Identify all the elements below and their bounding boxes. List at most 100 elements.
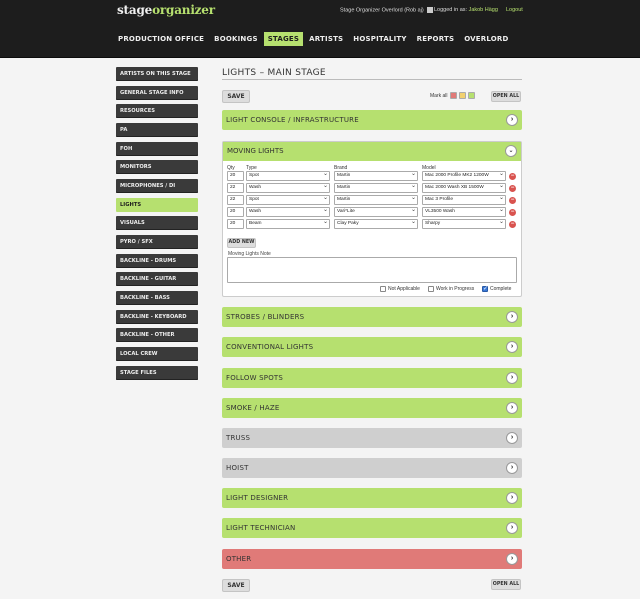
sidebar-item-backline-drums[interactable]: BACKLINE - DRUMS: [116, 253, 198, 268]
nav-reports[interactable]: REPORTS: [413, 32, 459, 46]
chevron-right-icon[interactable]: ›: [506, 341, 518, 353]
model-select[interactable]: Sharpy: [422, 219, 506, 229]
qty-input[interactable]: 20: [227, 171, 244, 181]
table-row: 20 Beam Clay Paky Sharpy −: [227, 219, 519, 229]
moving-lights-header[interactable]: MOVING LIGHTS ⌄: [223, 142, 521, 161]
qty-input[interactable]: 20: [227, 219, 244, 229]
table-row: 22 Wash Martin Mac 2000 Wash XB 1500W −: [227, 183, 519, 193]
section-moving-lights: MOVING LIGHTS ⌄ Qty Type Brand Model 20 …: [222, 141, 522, 297]
sidebar-item-foh[interactable]: FOH: [116, 141, 198, 156]
chevron-right-icon[interactable]: ›: [506, 522, 518, 534]
chevron-right-icon[interactable]: ›: [506, 553, 518, 565]
mark-all-label: Mark all: [430, 92, 448, 99]
model-select[interactable]: Mac 3 Profile: [422, 195, 506, 205]
moving-lights-note-textarea[interactable]: [227, 257, 517, 283]
nav-hospitality[interactable]: HOSPITALITY: [349, 32, 410, 46]
remove-row-icon[interactable]: −: [509, 185, 516, 192]
sidebar-item-backline-other[interactable]: BACKLINE - OTHER: [116, 328, 198, 343]
user-info: Logged in as: Jakob Hägg: [434, 7, 498, 13]
page-title: LIGHTS – MAIN STAGE: [222, 64, 522, 80]
nav-bookings[interactable]: BOOKINGS: [210, 32, 262, 46]
remove-row-icon[interactable]: −: [509, 197, 516, 204]
sidebar-item-backline-keyboard[interactable]: BACKLINE - KEYBOARD: [116, 309, 198, 324]
section-smoke-haze[interactable]: SMOKE / HAZE ›: [222, 398, 522, 418]
sidebar-item-general-stage-info[interactable]: GENERAL STAGE INFO: [116, 85, 198, 100]
remove-row-icon[interactable]: −: [509, 209, 516, 216]
add-new-button[interactable]: ADD NEW: [227, 238, 256, 248]
chevron-down-icon[interactable]: ⌄: [505, 145, 517, 157]
open-all-button[interactable]: OPEN ALL: [491, 91, 521, 102]
sidebar-item-lights[interactable]: LIGHTS: [116, 197, 198, 212]
brand-select[interactable]: Martin: [334, 195, 418, 205]
brand-select[interactable]: Martin: [334, 171, 418, 181]
checkbox-icon[interactable]: [380, 286, 386, 292]
sidebar-item-stage-files[interactable]: STAGE FILES: [116, 365, 198, 380]
section-truss[interactable]: TRUSS ›: [222, 428, 522, 448]
logout-link[interactable]: Logout: [506, 7, 523, 13]
qty-input[interactable]: 22: [227, 183, 244, 193]
section-light-console[interactable]: LIGHT CONSOLE / INFRASTRUCTURE ›: [222, 110, 522, 130]
account-switch-icon[interactable]: [427, 7, 434, 13]
qty-input[interactable]: 22: [227, 195, 244, 205]
checkbox-icon[interactable]: [428, 286, 434, 292]
brand-select[interactable]: Vari*Lite: [334, 207, 418, 217]
sidebar-item-pyro-sfx[interactable]: PYRO / SFX: [116, 234, 198, 249]
sidebar-item-artists-on-this-stage[interactable]: ARTISTS ON THIS STAGE: [116, 67, 198, 81]
chevron-right-icon[interactable]: ›: [506, 462, 518, 474]
save-button[interactable]: SAVE: [222, 90, 250, 103]
chevron-right-icon[interactable]: ›: [506, 114, 518, 126]
top-header: stageorganizer Stage Organizer Overlord …: [0, 0, 640, 58]
sidebar-item-microphones-di[interactable]: MICROPHONES / DI: [116, 178, 198, 193]
section-light-designer[interactable]: LIGHT DESIGNER ›: [222, 488, 522, 508]
brand-select[interactable]: Clay Paky: [334, 219, 418, 229]
nav-stages[interactable]: STAGES: [263, 32, 304, 46]
model-select[interactable]: Mac 2000 Profile MK2 1200W: [422, 171, 506, 181]
type-select[interactable]: Wash: [246, 183, 330, 193]
mark-all-green-button[interactable]: [467, 92, 475, 99]
section-conventional-lights[interactable]: CONVENTIONAL LIGHTS ›: [222, 337, 522, 357]
save-button-bottom[interactable]: SAVE: [222, 579, 250, 592]
type-select[interactable]: Spot: [246, 171, 330, 181]
account-selector[interactable]: Stage Organizer Overlord (Rob aj): [340, 7, 434, 14]
account-label: Stage Organizer Overlord (Rob aj): [340, 7, 424, 14]
logo[interactable]: stageorganizer: [117, 3, 215, 17]
nav-artists[interactable]: ARTISTS: [305, 32, 347, 46]
chevron-right-icon[interactable]: ›: [506, 432, 518, 444]
sidebar-item-pa[interactable]: PA: [116, 122, 198, 137]
chevron-right-icon[interactable]: ›: [506, 311, 518, 323]
open-all-button-bottom[interactable]: OPEN ALL: [491, 579, 521, 590]
chevron-right-icon[interactable]: ›: [506, 492, 518, 504]
nav-overlord[interactable]: OVERLORD: [460, 32, 512, 46]
complete-checkbox[interactable]: Complete: [482, 285, 511, 292]
type-select[interactable]: Beam: [246, 219, 330, 229]
sidebar-item-visuals[interactable]: VISUALS: [116, 216, 198, 231]
chevron-right-icon[interactable]: ›: [506, 402, 518, 414]
qty-input[interactable]: 20: [227, 207, 244, 217]
nav-production-office[interactable]: PRODUCTION OFFICE: [114, 32, 208, 46]
remove-row-icon[interactable]: −: [509, 173, 516, 180]
not-applicable-checkbox[interactable]: Not Applicable: [380, 286, 420, 292]
work-in-progress-checkbox[interactable]: Work in Progress: [428, 286, 474, 292]
sidebar-item-backline-bass[interactable]: BACKLINE - BASS: [116, 290, 198, 305]
section-hoist[interactable]: HOIST ›: [222, 458, 522, 478]
sidebar-item-resources[interactable]: RESOURCES: [116, 104, 198, 119]
sidebar-item-monitors[interactable]: MONITORS: [116, 160, 198, 175]
chevron-right-icon[interactable]: ›: [506, 372, 518, 384]
checkbox-checked-icon[interactable]: [482, 285, 488, 292]
user-name-link[interactable]: Jakob Hägg: [469, 7, 498, 13]
model-select[interactable]: VL3500 Wash: [422, 207, 506, 217]
brand-select[interactable]: Martin: [334, 183, 418, 193]
sidebar-item-local-crew[interactable]: LOCAL CREW: [116, 346, 198, 361]
section-follow-spots[interactable]: FOLLOW SPOTS ›: [222, 368, 522, 388]
type-select[interactable]: Spot: [246, 195, 330, 205]
model-select[interactable]: Mac 2000 Wash XB 1500W: [422, 183, 506, 193]
sidebar-item-backline-guitar[interactable]: BACKLINE - GUITAR: [116, 272, 198, 287]
section-other[interactable]: OTHER ›: [222, 549, 522, 569]
section-light-technician[interactable]: LIGHT TECHNICIAN ›: [222, 518, 522, 538]
mark-all-yellow-button[interactable]: [458, 92, 466, 99]
remove-row-icon[interactable]: −: [509, 221, 516, 228]
section-strobes-blinders[interactable]: STROBES / BLINDERS ›: [222, 307, 522, 327]
mark-all-red-button[interactable]: [449, 92, 457, 99]
mark-all-group: Mark all: [430, 92, 475, 99]
type-select[interactable]: Wash: [246, 207, 330, 217]
